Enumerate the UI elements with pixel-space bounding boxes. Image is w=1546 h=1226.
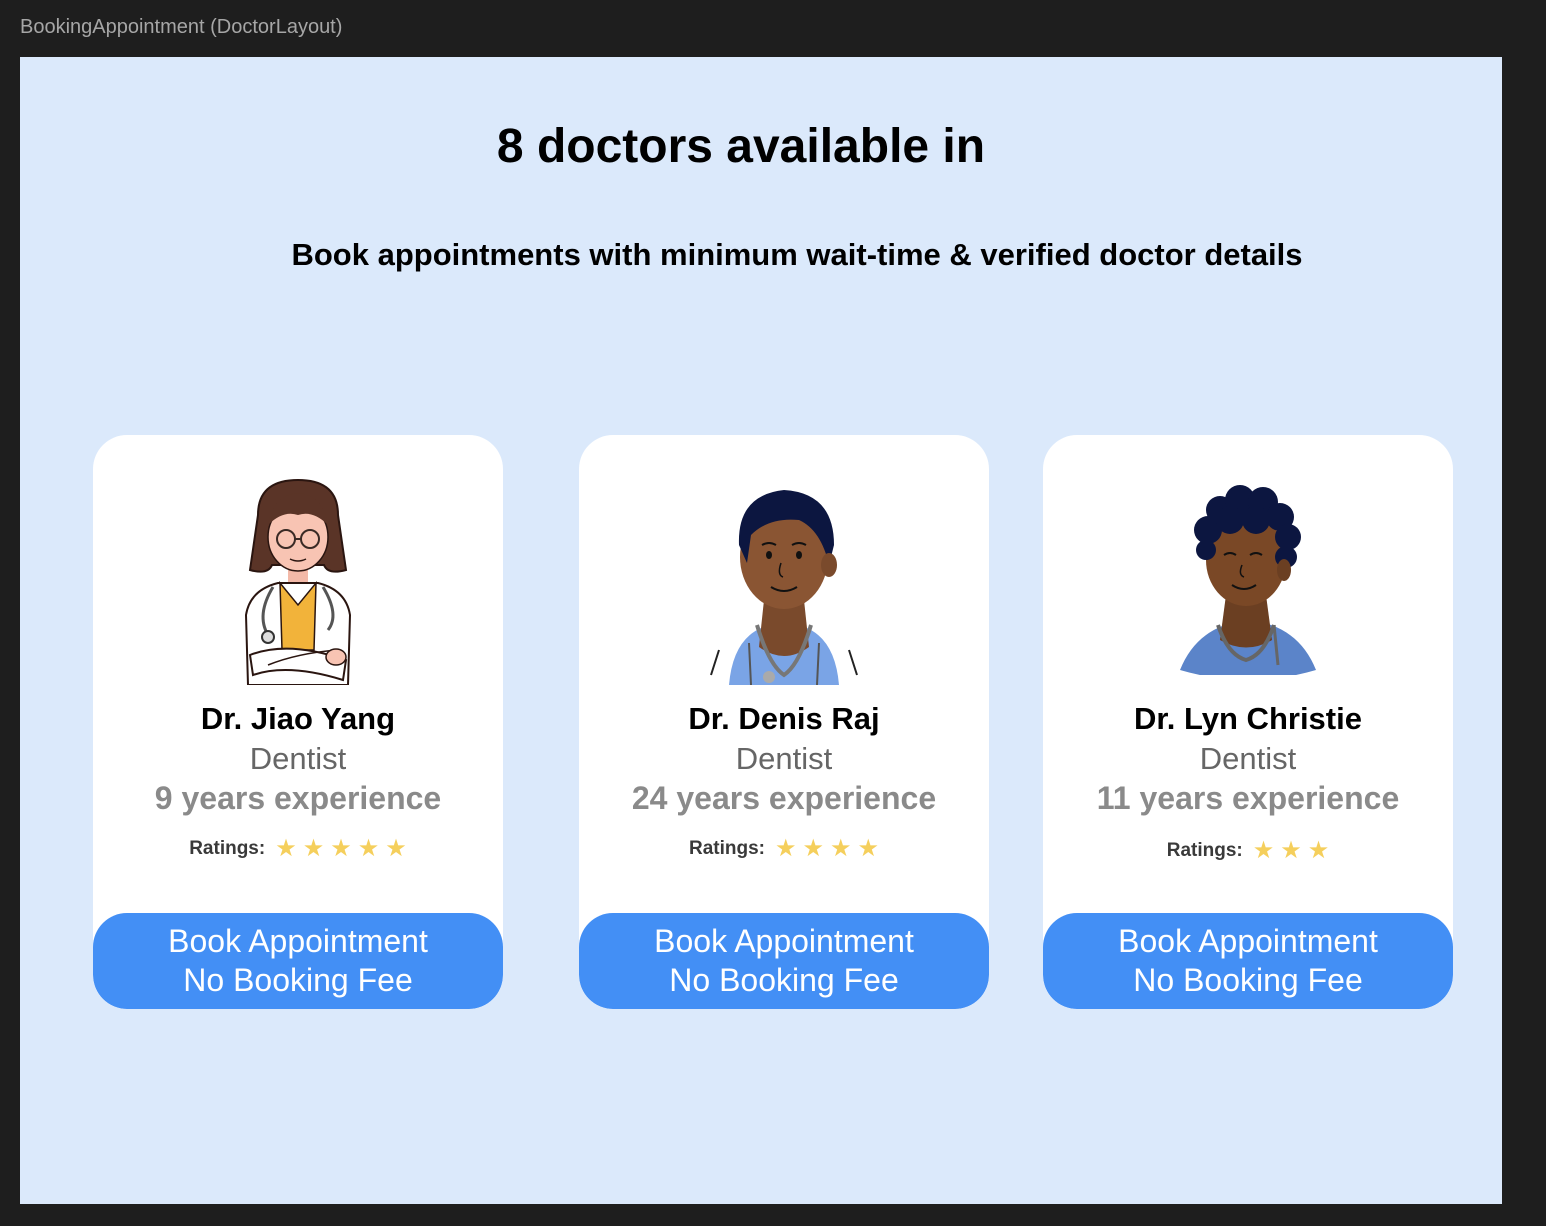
star-icon: ★: [774, 835, 797, 862]
ratings-label: Ratings:: [1166, 840, 1243, 861]
doctor-experience: 24 years experience: [631, 780, 937, 816]
doctor-avatar: [1043, 475, 1453, 690]
doctor-card: Dr. Denis Raj Dentist 24 years experienc…: [579, 435, 989, 1009]
frame-label: BookingAppointment (DoctorLayout): [20, 16, 343, 38]
star-icon: ★: [275, 835, 297, 862]
book-appointment-button[interactable]: Book Appointment No Booking Fee: [1043, 913, 1453, 1009]
ratings-label: Ratings:: [189, 838, 266, 859]
button-label: Book Appointment: [654, 923, 914, 959]
doctor-avatar: [579, 475, 989, 690]
button-sublabel: No Booking Fee: [1133, 962, 1363, 998]
book-appointment-button[interactable]: Book Appointment No Booking Fee: [579, 913, 989, 1009]
doctor-specialty: Dentist: [735, 741, 833, 776]
star-icon: ★: [1307, 837, 1330, 864]
star-icon: ★: [802, 835, 824, 862]
button-label: Book Appointment: [1118, 923, 1378, 959]
star-icon: ★: [1280, 837, 1302, 864]
male-doctor-avatar-icon: [710, 490, 858, 685]
doctor-specialty: Dentist: [249, 741, 347, 776]
star-icon: ★: [302, 835, 325, 862]
page-subtitle: Book appointments with minimum wait-time…: [291, 237, 1303, 272]
star-icon: ★: [830, 835, 852, 862]
curly-hair-doctor-avatar-icon: [1180, 485, 1316, 675]
button-sublabel: No Booking Fee: [183, 962, 413, 998]
ratings: Ratings: ★ ★ ★: [1043, 839, 1453, 863]
doctor-experience: 11 years experience: [1096, 780, 1400, 816]
female-doctor-avatar-icon: [244, 478, 352, 685]
ratings: Ratings: ★ ★ ★ ★ ★: [93, 837, 503, 861]
booking-appointment-frame: 8 doctors available in Book appointments…: [20, 57, 1502, 1204]
book-appointment-button[interactable]: Book Appointment No Booking Fee: [93, 913, 503, 1009]
star-icon: ★: [385, 835, 407, 862]
page-title: 8 doctors available in: [496, 120, 986, 173]
doctor-experience: 9 years experience: [154, 780, 442, 816]
star-icon: ★: [1252, 837, 1275, 864]
star-icon: ★: [857, 835, 880, 862]
doctor-avatar: [93, 475, 503, 690]
doctor-name: Dr. Jiao Yang: [200, 701, 396, 736]
doctor-name: Dr. Lyn Christie: [1134, 701, 1362, 736]
button-sublabel: No Booking Fee: [669, 962, 899, 998]
doctor-card: Dr. Lyn Christie Dentist 11 years experi…: [1043, 435, 1453, 1009]
button-label: Book Appointment: [168, 923, 428, 959]
ratings-label: Ratings:: [688, 838, 765, 859]
doctor-specialty: Dentist: [1199, 741, 1297, 776]
doctor-card: Dr. Jiao Yang Dentist 9 years experience…: [93, 435, 503, 1009]
ratings: Ratings: ★ ★ ★ ★: [579, 837, 989, 861]
star-icon: ★: [357, 835, 380, 862]
doctor-name: Dr. Denis Raj: [688, 701, 880, 736]
star-icon: ★: [330, 835, 352, 862]
